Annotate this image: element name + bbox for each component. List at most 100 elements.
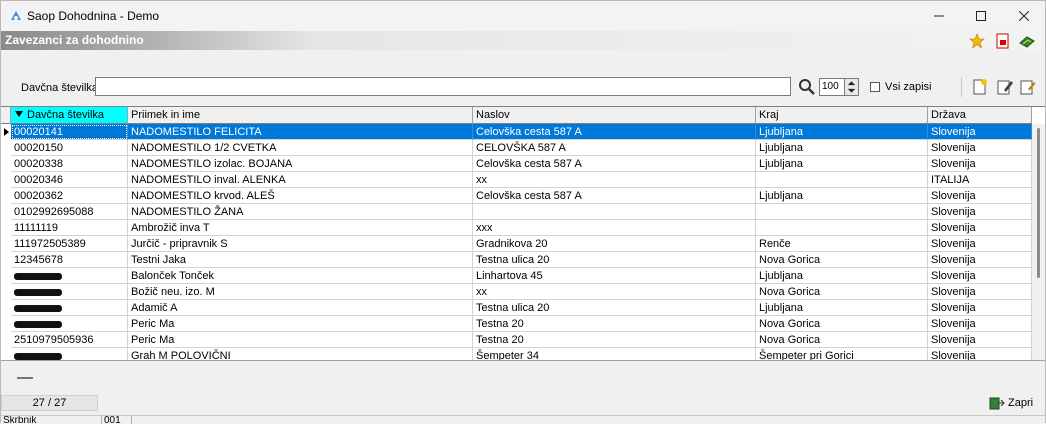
new-record-icon[interactable]: [971, 78, 989, 96]
taxpayer-grid: Davčna številka Priimek in ime Naslov Kr…: [1, 106, 1045, 361]
cell-address: Šempeter 34: [473, 348, 756, 360]
cell-name: NADOMESTILO inval. ALENKA: [128, 172, 473, 188]
cell-city: Ljubljana: [756, 268, 928, 284]
spin-arrows-icon[interactable]: [844, 79, 858, 95]
row-selector[interactable]: [1, 284, 11, 300]
row-selector[interactable]: [1, 252, 11, 268]
table-row[interactable]: Grah M POLOVIČNI Šempeter 34 Šempeter pri …: [11, 348, 1032, 360]
tax-number-search-input[interactable]: [95, 77, 791, 96]
close-button[interactable]: Zapri: [989, 394, 1039, 412]
close-button-label: Zapri: [1008, 397, 1034, 409]
table-row[interactable]: 2510979505936 Peric Ma Testna 20 Nova Goric…: [11, 332, 1032, 348]
maximize-button[interactable]: [958, 1, 1004, 31]
table-row[interactable]: 00020346 NADOMESTILO inval. ALENKA xx ITALI…: [11, 172, 1032, 188]
cell-address: Gradnikova 20: [473, 236, 756, 252]
row-selector[interactable]: [1, 172, 11, 188]
column-header-tax-number[interactable]: Davčna številka: [11, 107, 128, 124]
cell-country: Slovenija: [928, 316, 1032, 332]
row-selector[interactable]: [1, 332, 11, 348]
show-all-checkbox[interactable]: [870, 82, 880, 92]
cell-tax-number: 111972505389: [11, 236, 128, 252]
cell-country: Slovenija: [928, 124, 1032, 140]
cell-tax-number: 2510979505936: [11, 332, 128, 348]
search-icon[interactable]: [798, 78, 816, 96]
cell-address: Celovška cesta 587 A: [473, 188, 756, 204]
cell-city: Ljubljana: [756, 300, 928, 316]
table-row[interactable]: Božič neu. izo. Mxx Nova Gorica Slovenija: [11, 284, 1032, 300]
cell-city: [756, 172, 928, 188]
cell-city: Šempeter pri Gorici: [756, 348, 928, 360]
row-selector[interactable]: [1, 124, 11, 140]
table-row[interactable]: 00020141 NADOMESTILO FELICITA Celovška ces…: [11, 124, 1032, 140]
table-row[interactable]: 111972505389 Jurčič - pripravnik S Gradnik…: [11, 236, 1032, 252]
row-selector[interactable]: [1, 316, 11, 332]
module-header: Zavezanci za dohodnino: [1, 31, 1045, 50]
exit-door-icon: [989, 397, 1005, 410]
row-selector-header: [1, 107, 11, 124]
cell-city: Ljubljana: [756, 156, 928, 172]
table-row[interactable]: Peric Ma Testna 20 Nova Gorica Slovenija: [11, 316, 1032, 332]
export-pdf-icon[interactable]: [995, 33, 1011, 49]
row-selector[interactable]: [1, 156, 11, 172]
row-selector[interactable]: [1, 220, 11, 236]
column-header-city[interactable]: Kraj: [756, 107, 928, 124]
table-row[interactable]: Balonček Tonček Linhartova 45 Ljubljana Slo…: [11, 268, 1032, 284]
row-selector[interactable]: [1, 268, 11, 284]
column-header-address[interactable]: Naslov: [473, 107, 756, 124]
cell-address: Celovška cesta 587 A: [473, 156, 756, 172]
table-row[interactable]: 0102992695088 NADOMESTILO ŽANA Slovenija: [11, 204, 1032, 220]
cell-name: Peric Ma: [128, 332, 473, 348]
row-selector[interactable]: [1, 188, 11, 204]
vertical-scrollbar[interactable]: [1032, 124, 1045, 360]
table-row[interactable]: Adamič A Testna ulica 20 Ljubljana Slovenij…: [11, 300, 1032, 316]
edit-record-icon[interactable]: [996, 78, 1014, 96]
cell-name: Ambrožič inva T: [128, 220, 473, 236]
app-window: Saop Dohodnina - Demo Zavezanci za dohod…: [0, 0, 1046, 424]
cell-country: Slovenija: [928, 300, 1032, 316]
cell-city: Ljubljana: [756, 124, 928, 140]
scrollbar-thumb[interactable]: [1037, 128, 1040, 278]
cell-tax-number: 12345678: [11, 252, 128, 268]
table-row[interactable]: 11111119 Ambrožič inva Txxx Slovenija: [11, 220, 1032, 236]
table-row[interactable]: 00020150 NADOMESTILO 1/2 CVETKA CELOVŠKA 5…: [11, 140, 1032, 156]
cell-city: Renče: [756, 236, 928, 252]
cell-address: [473, 204, 756, 220]
cell-name: Balonček Tonček: [128, 268, 473, 284]
table-row[interactable]: 00020362 NADOMESTILO krvod. ALEŠ Celovška …: [11, 188, 1032, 204]
cell-tax-number: [11, 348, 128, 360]
cell-name: Adamič A: [128, 300, 473, 316]
cell-tax-number: 00020362: [11, 188, 128, 204]
table-row[interactable]: 12345678 Testni Jaka Testna ulica 20 Nova G…: [11, 252, 1032, 268]
horizontal-scroll-indicator[interactable]: [17, 377, 33, 379]
table-row[interactable]: 00020338 NADOMESTILO izolac. BOJANA Celovš…: [11, 156, 1032, 172]
cell-name: NADOMESTILO izolac. BOJANA: [128, 156, 473, 172]
cell-tax-number: 00020141: [11, 124, 128, 140]
window-title: Saop Dohodnina - Demo: [27, 9, 160, 23]
record-limit-stepper[interactable]: 100: [819, 78, 859, 96]
current-row-pointer-icon: [4, 128, 9, 136]
cell-name: Božič neu. izo. M: [128, 284, 473, 300]
cell-tax-number: 00020346: [11, 172, 128, 188]
cell-address: Testna 20: [473, 316, 756, 332]
favorite-star-icon[interactable]: [969, 33, 985, 49]
cell-name: Jurčič - pripravnik S: [128, 236, 473, 252]
close-window-button[interactable]: [1001, 1, 1046, 31]
cell-address: xx: [473, 284, 756, 300]
cell-name: Peric Ma: [128, 316, 473, 332]
cell-address: Testna ulica 20: [473, 252, 756, 268]
edit-details-icon[interactable]: [1019, 78, 1037, 96]
row-selector[interactable]: [1, 348, 11, 360]
cell-country: Slovenija: [928, 284, 1032, 300]
minimize-button[interactable]: [916, 1, 962, 31]
help-book-icon[interactable]: [1019, 33, 1035, 49]
cell-address: Testna ulica 20: [473, 300, 756, 316]
cell-address: CELOVŠKA 587 A: [473, 140, 756, 156]
row-selector[interactable]: [1, 204, 11, 220]
column-header-country[interactable]: Država: [928, 107, 1032, 124]
column-header-name[interactable]: Priimek in ime: [128, 107, 473, 124]
minimize-icon: [934, 15, 944, 17]
cell-country: Slovenija: [928, 156, 1032, 172]
row-selector[interactable]: [1, 236, 11, 252]
row-selector[interactable]: [1, 300, 11, 316]
row-selector[interactable]: [1, 140, 11, 156]
